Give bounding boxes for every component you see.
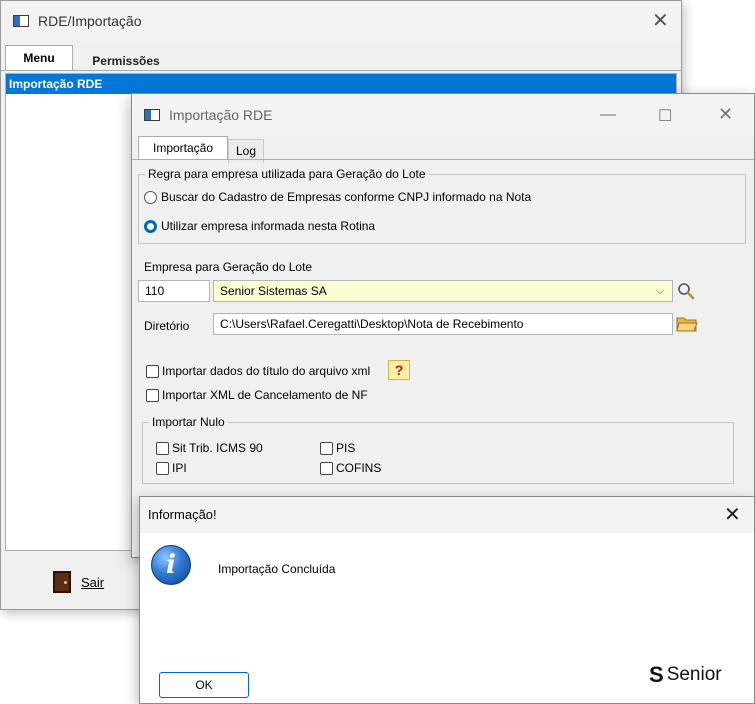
check-cofins-label: COFINS [336,461,382,475]
check-cofins[interactable]: COFINS [320,461,381,475]
check-importar-titulo[interactable]: Importar dados do título do arquivo xml [146,364,370,378]
check-sit-trib[interactable]: Sit Trib. ICMS 90 [156,441,263,455]
diretorio-field[interactable]: C:\Users\Rafael.Ceregatti\Desktop\Nota d… [213,313,673,335]
rde-window-titlebar: RDE/Importação [1,1,681,41]
informacao-message: Importação Concluída [218,562,336,576]
rde-window-title: RDE/Importação [38,13,142,29]
importar-nulo-title: Importar Nulo [149,415,228,429]
empresa-name-combobox[interactable]: Senior Sistemas SA [213,280,673,302]
exit-door-icon [53,571,71,593]
radio-buscar-cadastro[interactable]: Buscar do Cadastro de Empresas conforme … [144,190,531,204]
senior-logo: S Senior [649,664,722,686]
tab-menu[interactable]: Menu [5,45,73,71]
sair-label: Sair [81,574,105,590]
radio-utilizar-label: Utilizar empresa informada nesta Rotina [161,219,376,233]
senior-logo-mark: S [649,662,664,687]
app-icon [13,15,29,27]
check-importar-titulo-label: Importar dados do título do arquivo xml [162,364,371,378]
tab-divider [1,70,681,71]
check-ipi-label: IPI [172,461,187,475]
check-importar-cancelamento[interactable]: Importar XML de Cancelamento de NF [146,388,368,402]
checkbox-icon[interactable] [146,364,159,378]
checkbox-icon[interactable] [320,461,333,475]
importacao-tabs: Importação Log [132,136,754,163]
informacao-title: Informação! [148,507,217,522]
empresa-label: Empresa para Geração do Lote [144,260,313,274]
checkbox-icon[interactable] [156,441,169,455]
radio-utilizar-empresa[interactable]: Utilizar empresa informada nesta Rotina [144,219,375,233]
importacao-window-titlebar: Importação RDE — ☐ ✕ [132,94,754,136]
check-pis[interactable]: PIS [320,441,355,455]
ok-button[interactable]: OK [159,672,249,698]
rule-group-title: Regra para empresa utilizada para Geraçã… [145,167,429,181]
check-importar-cancelamento-label: Importar XML de Cancelamento de NF [162,388,368,402]
rule-groupbox: Regra para empresa utilizada para Geraçã… [138,167,746,244]
tab-permissoes[interactable]: Permissões [81,49,171,75]
radio-unchecked-icon[interactable] [144,190,157,204]
check-sit-trib-label: Sit Trib. ICMS 90 [172,441,263,455]
search-icon[interactable] [677,282,695,300]
tab-importacao[interactable]: Importação [138,136,228,160]
info-icon: i [151,545,191,585]
empresa-code-field[interactable]: 110 [138,280,210,302]
help-icon[interactable]: ? [388,360,410,380]
radio-buscar-label: Buscar do Cadastro de Empresas conforme … [161,190,532,204]
maximize-icon[interactable]: ☐ [658,106,672,126]
importacao-window-title: Importação RDE [169,107,273,123]
check-ipi[interactable]: IPI [156,461,187,475]
importacao-rde-window: Importação RDE — ☐ ✕ Importação Log Regr… [131,93,755,558]
rde-tabs: Menu Permissões [1,41,681,71]
list-item-importacao-rde[interactable]: Importação RDE [6,74,676,94]
chevron-down-icon[interactable]: ⌵ [656,285,664,298]
close-icon[interactable]: ✕ [724,505,741,525]
minimize-icon[interactable]: — [600,106,616,124]
check-pis-label: PIS [336,441,356,455]
radio-checked-icon[interactable] [144,219,157,233]
informacao-titlebar: Informação! [140,497,754,533]
sair-button[interactable]: Sair [41,564,137,600]
tab-divider [132,159,754,160]
app-icon [144,109,160,121]
checkbox-icon[interactable] [146,388,159,402]
checkbox-icon[interactable] [156,461,169,475]
informacao-dialog: Informação! ✕ i Importação Concluída OK … [139,496,755,704]
close-icon[interactable]: ✕ [718,104,733,125]
close-icon[interactable]: ✕ [652,11,669,31]
senior-logo-text: Senior [666,664,722,685]
folder-icon[interactable] [676,315,698,333]
checkbox-icon[interactable] [320,441,333,455]
diretorio-label: Diretório [144,319,190,333]
